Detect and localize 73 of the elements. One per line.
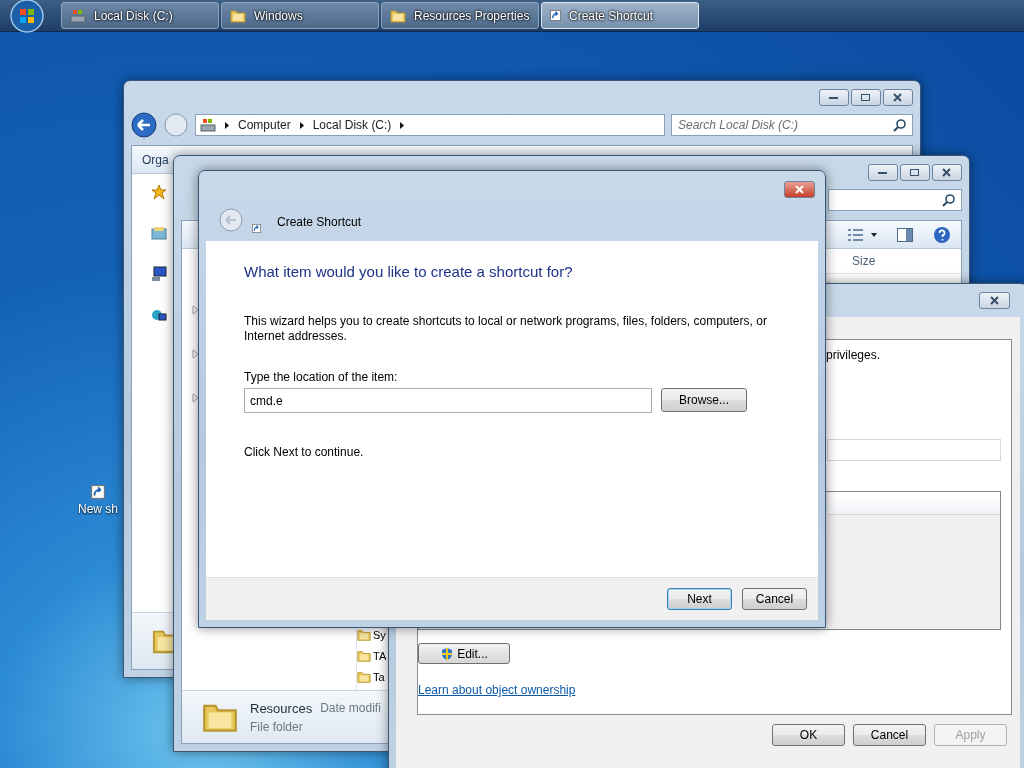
shield-icon <box>440 646 455 661</box>
shortcut-arrow-icon <box>252 224 261 233</box>
shortcut-arrow-icon <box>550 10 561 21</box>
maximize-icon <box>861 93 871 102</box>
computer-icon[interactable] <box>150 266 167 282</box>
details-type: File folder <box>250 719 304 734</box>
expand-arrow-icon[interactable] <box>192 349 199 359</box>
wizard-heading: What item would you like to create a shortcut for? <box>244 263 574 280</box>
wizard-button[interactable]: Cancel <box>742 588 807 610</box>
edit-button[interactable]: Edit... <box>418 643 510 664</box>
taskbar-button[interactable]: Resources Properties <box>381 2 539 29</box>
expand-arrow-icon[interactable] <box>192 305 199 315</box>
taskbar-button[interactable]: Local Disk (C:) <box>61 2 219 29</box>
wizard-hint: Click Next to continue. <box>244 445 365 459</box>
view-options-icon[interactable] <box>847 227 877 242</box>
wizard-button[interactable]: Next <box>667 588 732 610</box>
description-text: privileges. <box>826 348 882 362</box>
folder-icon <box>357 649 371 663</box>
folder-icon <box>357 628 371 642</box>
star-icon[interactable] <box>150 184 167 200</box>
network-icon[interactable] <box>150 308 167 324</box>
dialog-button[interactable]: Cancel <box>853 724 926 746</box>
field-label: Type the location of the item: <box>244 370 399 384</box>
file-name[interactable]: Ta <box>373 671 385 683</box>
drive-icon <box>70 7 86 24</box>
preview-pane-icon[interactable] <box>897 227 913 242</box>
shortcut-arrow-icon <box>91 485 105 499</box>
taskbar-button[interactable]: Windows <box>221 2 379 29</box>
close-button[interactable] <box>979 292 1010 309</box>
search-field[interactable]: Search Local Disk (C:) <box>671 114 913 136</box>
location-field[interactable]: cmd.e <box>244 388 652 413</box>
close-icon <box>893 93 903 102</box>
breadcrumb-arrow-icon[interactable] <box>224 120 230 130</box>
file-name[interactable]: Sy <box>373 629 386 641</box>
expand-arrow-icon[interactable] <box>192 393 199 403</box>
details-label: Date modifi <box>320 700 381 716</box>
ownership-link[interactable]: Learn about object ownership <box>418 683 576 697</box>
maximize-icon <box>910 168 920 177</box>
details-name: Resources <box>250 700 313 716</box>
help-icon[interactable] <box>933 225 951 244</box>
search-icon[interactable] <box>893 118 906 132</box>
maximize-button[interactable] <box>900 164 930 181</box>
wizard-description: This wizard helps you to create shortcuts to local or network programs, files, folders, computers, or Internet addresses. <box>244 314 768 344</box>
minimize-button[interactable] <box>868 164 898 181</box>
address-bar[interactable]: Computer Local Disk (C:) <box>195 114 665 136</box>
maximize-button[interactable] <box>851 89 881 106</box>
file-name[interactable]: TA <box>373 650 387 662</box>
window-title: Create Shortcut <box>277 215 362 231</box>
column-header[interactable]: Size <box>852 254 876 268</box>
folder-icon <box>390 7 406 24</box>
close-icon <box>794 185 805 194</box>
library-icon[interactable] <box>150 226 167 240</box>
back-button[interactable] <box>131 112 157 138</box>
folder-icon <box>357 670 371 684</box>
minimize-button[interactable] <box>819 89 849 106</box>
close-button[interactable] <box>932 164 962 181</box>
breadcrumb-arrow-icon[interactable] <box>298 120 305 130</box>
search-field[interactable] <box>828 189 962 211</box>
close-button[interactable] <box>883 89 913 106</box>
start-button[interactable] <box>9 0 45 34</box>
breadcrumb-item[interactable]: Local Disk (C:) <box>312 118 392 132</box>
close-icon <box>942 168 952 177</box>
toolbar-menu[interactable]: Orga <box>142 152 169 167</box>
search-icon[interactable] <box>942 193 955 207</box>
close-button[interactable] <box>784 181 815 198</box>
drive-icon <box>200 117 216 133</box>
browse-button[interactable]: Browse... <box>661 388 747 412</box>
folder-icon <box>230 7 246 24</box>
dialog-button[interactable]: OK <box>772 724 845 746</box>
desktop-icon-label[interactable]: New sh <box>78 502 118 516</box>
breadcrumb-item[interactable]: Computer <box>238 118 291 132</box>
close-icon <box>989 296 1000 305</box>
breadcrumb-arrow-icon[interactable] <box>399 120 406 130</box>
